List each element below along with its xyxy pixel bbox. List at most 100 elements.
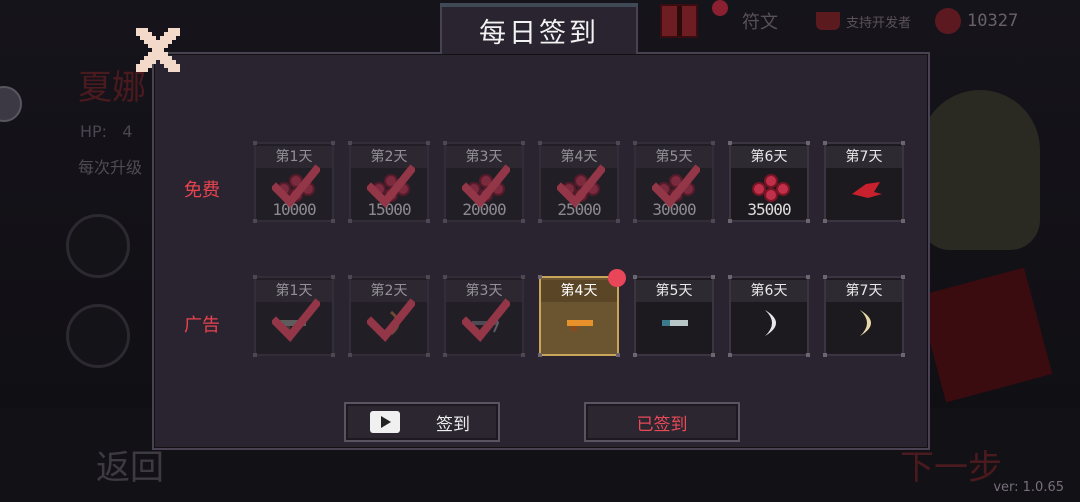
- cell-corner: [633, 141, 637, 145]
- free-day-4-cell[interactable]: 第4天 25000: [538, 141, 620, 223]
- cell-corner: [823, 275, 827, 279]
- character-hp: HP: 4: [80, 122, 133, 141]
- today-indicator-dot: [608, 269, 626, 287]
- cell-corner: [633, 219, 637, 223]
- cell-corner: [426, 219, 430, 223]
- hp-label: HP:: [80, 122, 108, 141]
- cell-corner: [823, 141, 827, 145]
- cell-corner: [348, 219, 352, 223]
- cell-corner: [426, 275, 430, 279]
- cell-corner: [616, 219, 620, 223]
- support-developer-button[interactable]: 支持开发者: [816, 12, 911, 31]
- cell-corner: [521, 275, 525, 279]
- ad-day-3-cell[interactable]: 第3天: [443, 275, 525, 357]
- ad-day-6-cell[interactable]: 第6天: [728, 275, 810, 357]
- day-label: 第3天: [446, 146, 522, 168]
- cell-corner: [823, 219, 827, 223]
- cell-corner: [348, 141, 352, 145]
- ad-day-2-cell[interactable]: 第2天: [348, 275, 430, 357]
- hero-hair: [920, 90, 1040, 250]
- day-label: 第4天: [541, 146, 617, 168]
- cell-corner: [806, 219, 810, 223]
- reward-amount: 10000: [272, 200, 316, 219]
- cell-corner: [443, 219, 447, 223]
- day-label: 第2天: [351, 280, 427, 302]
- cell-corner: [521, 353, 525, 357]
- free-day-2-cell[interactable]: 第2天 15000: [348, 141, 430, 223]
- cell-corner: [711, 141, 715, 145]
- cell-corner: [253, 275, 257, 279]
- free-day-1-cell[interactable]: 第1天 10000: [253, 141, 335, 223]
- cup-icon: [816, 12, 840, 30]
- cell-corner: [443, 141, 447, 145]
- ad-day-4-cell[interactable]: 第4天: [538, 269, 626, 357]
- free-row-label: 免费: [184, 180, 220, 201]
- cell-corner: [806, 353, 810, 357]
- day-label: 第6天: [731, 280, 807, 302]
- reward-amount: 25000: [557, 200, 601, 219]
- cell-corner: [331, 275, 335, 279]
- free-day-7-cell[interactable]: 第7天: [823, 141, 905, 223]
- red-wing-item-icon: [852, 182, 882, 198]
- currency-value: 10327: [967, 11, 1019, 31]
- gift-icon[interactable]: [660, 4, 698, 38]
- hp-value: 4: [122, 122, 133, 141]
- day-label: 第2天: [351, 146, 427, 168]
- cell-corner: [443, 275, 447, 279]
- cell-corner: [633, 353, 637, 357]
- character-description: 每次升级: [78, 158, 143, 177]
- day-label: 第5天: [636, 146, 712, 168]
- cell-corner: [806, 141, 810, 145]
- ad-day-5-cell[interactable]: 第5天: [633, 275, 715, 357]
- free-day-5-cell[interactable]: 第5天 30000: [633, 141, 715, 223]
- cell-corner: [521, 141, 525, 145]
- crossbow-item-icon: [472, 313, 500, 333]
- cell-corner: [253, 219, 257, 223]
- watch-ad-checkin-button[interactable]: 签到: [344, 402, 500, 442]
- reward-amount: 35000: [747, 200, 791, 219]
- day-label: 第6天: [731, 146, 807, 168]
- ad-day-1-cell[interactable]: 第1天: [253, 275, 335, 357]
- cell-corner: [521, 219, 525, 223]
- cell-corner: [331, 353, 335, 357]
- day-label: 第1天: [256, 146, 332, 168]
- version-label: ver: 1.0.65: [993, 480, 1064, 495]
- soul-currency-icon: [935, 8, 962, 34]
- ad-row-label: 广告: [184, 315, 220, 336]
- bow-item-icon: [390, 310, 400, 336]
- close-icon[interactable]: [136, 28, 180, 72]
- ad-day-7-cell[interactable]: 第7天: [823, 275, 905, 357]
- top-bar: 符文 支持开发者 10327: [640, 0, 1080, 42]
- skill-slot[interactable]: [66, 214, 130, 278]
- cell-corner: [728, 353, 732, 357]
- day-label: 第3天: [446, 280, 522, 302]
- free-day-6-cell[interactable]: 第6天 35000: [728, 141, 810, 223]
- day-label: 第7天: [826, 146, 902, 168]
- cell-corner: [348, 353, 352, 357]
- cell-corner: [426, 353, 430, 357]
- rune-tab[interactable]: 符文: [742, 8, 778, 34]
- reward-amount: 15000: [367, 200, 411, 219]
- signed-button-label: 已签到: [636, 414, 688, 435]
- cell-corner: [331, 219, 335, 223]
- cell-corner: [901, 275, 905, 279]
- free-day-3-cell[interactable]: 第3天 20000: [443, 141, 525, 223]
- cell-corner: [711, 275, 715, 279]
- support-label: 支持开发者: [846, 15, 912, 31]
- dialog-title: 每日签到: [479, 17, 599, 49]
- locked-skill-slot[interactable]: [66, 304, 130, 368]
- cell-corner: [538, 275, 542, 279]
- cell-corner: [728, 275, 732, 279]
- cell-corner: [633, 275, 637, 279]
- daily-checkin-dialog: 免费 广告 第1天 10000 第2天 15000 第3天 20000 第4天 25000 第5…: [152, 52, 930, 450]
- blue-gun-item-icon: [662, 320, 688, 326]
- cell-corner: [331, 141, 335, 145]
- signed-in-button[interactable]: 已签到: [584, 402, 740, 442]
- cell-corner: [728, 141, 732, 145]
- day-label: 第5天: [636, 280, 712, 302]
- reward-amount: 30000: [652, 200, 696, 219]
- cell-corner: [538, 141, 542, 145]
- cell-corner: [253, 141, 257, 145]
- cell-corner: [426, 141, 430, 145]
- day-label: 第1天: [256, 280, 332, 302]
